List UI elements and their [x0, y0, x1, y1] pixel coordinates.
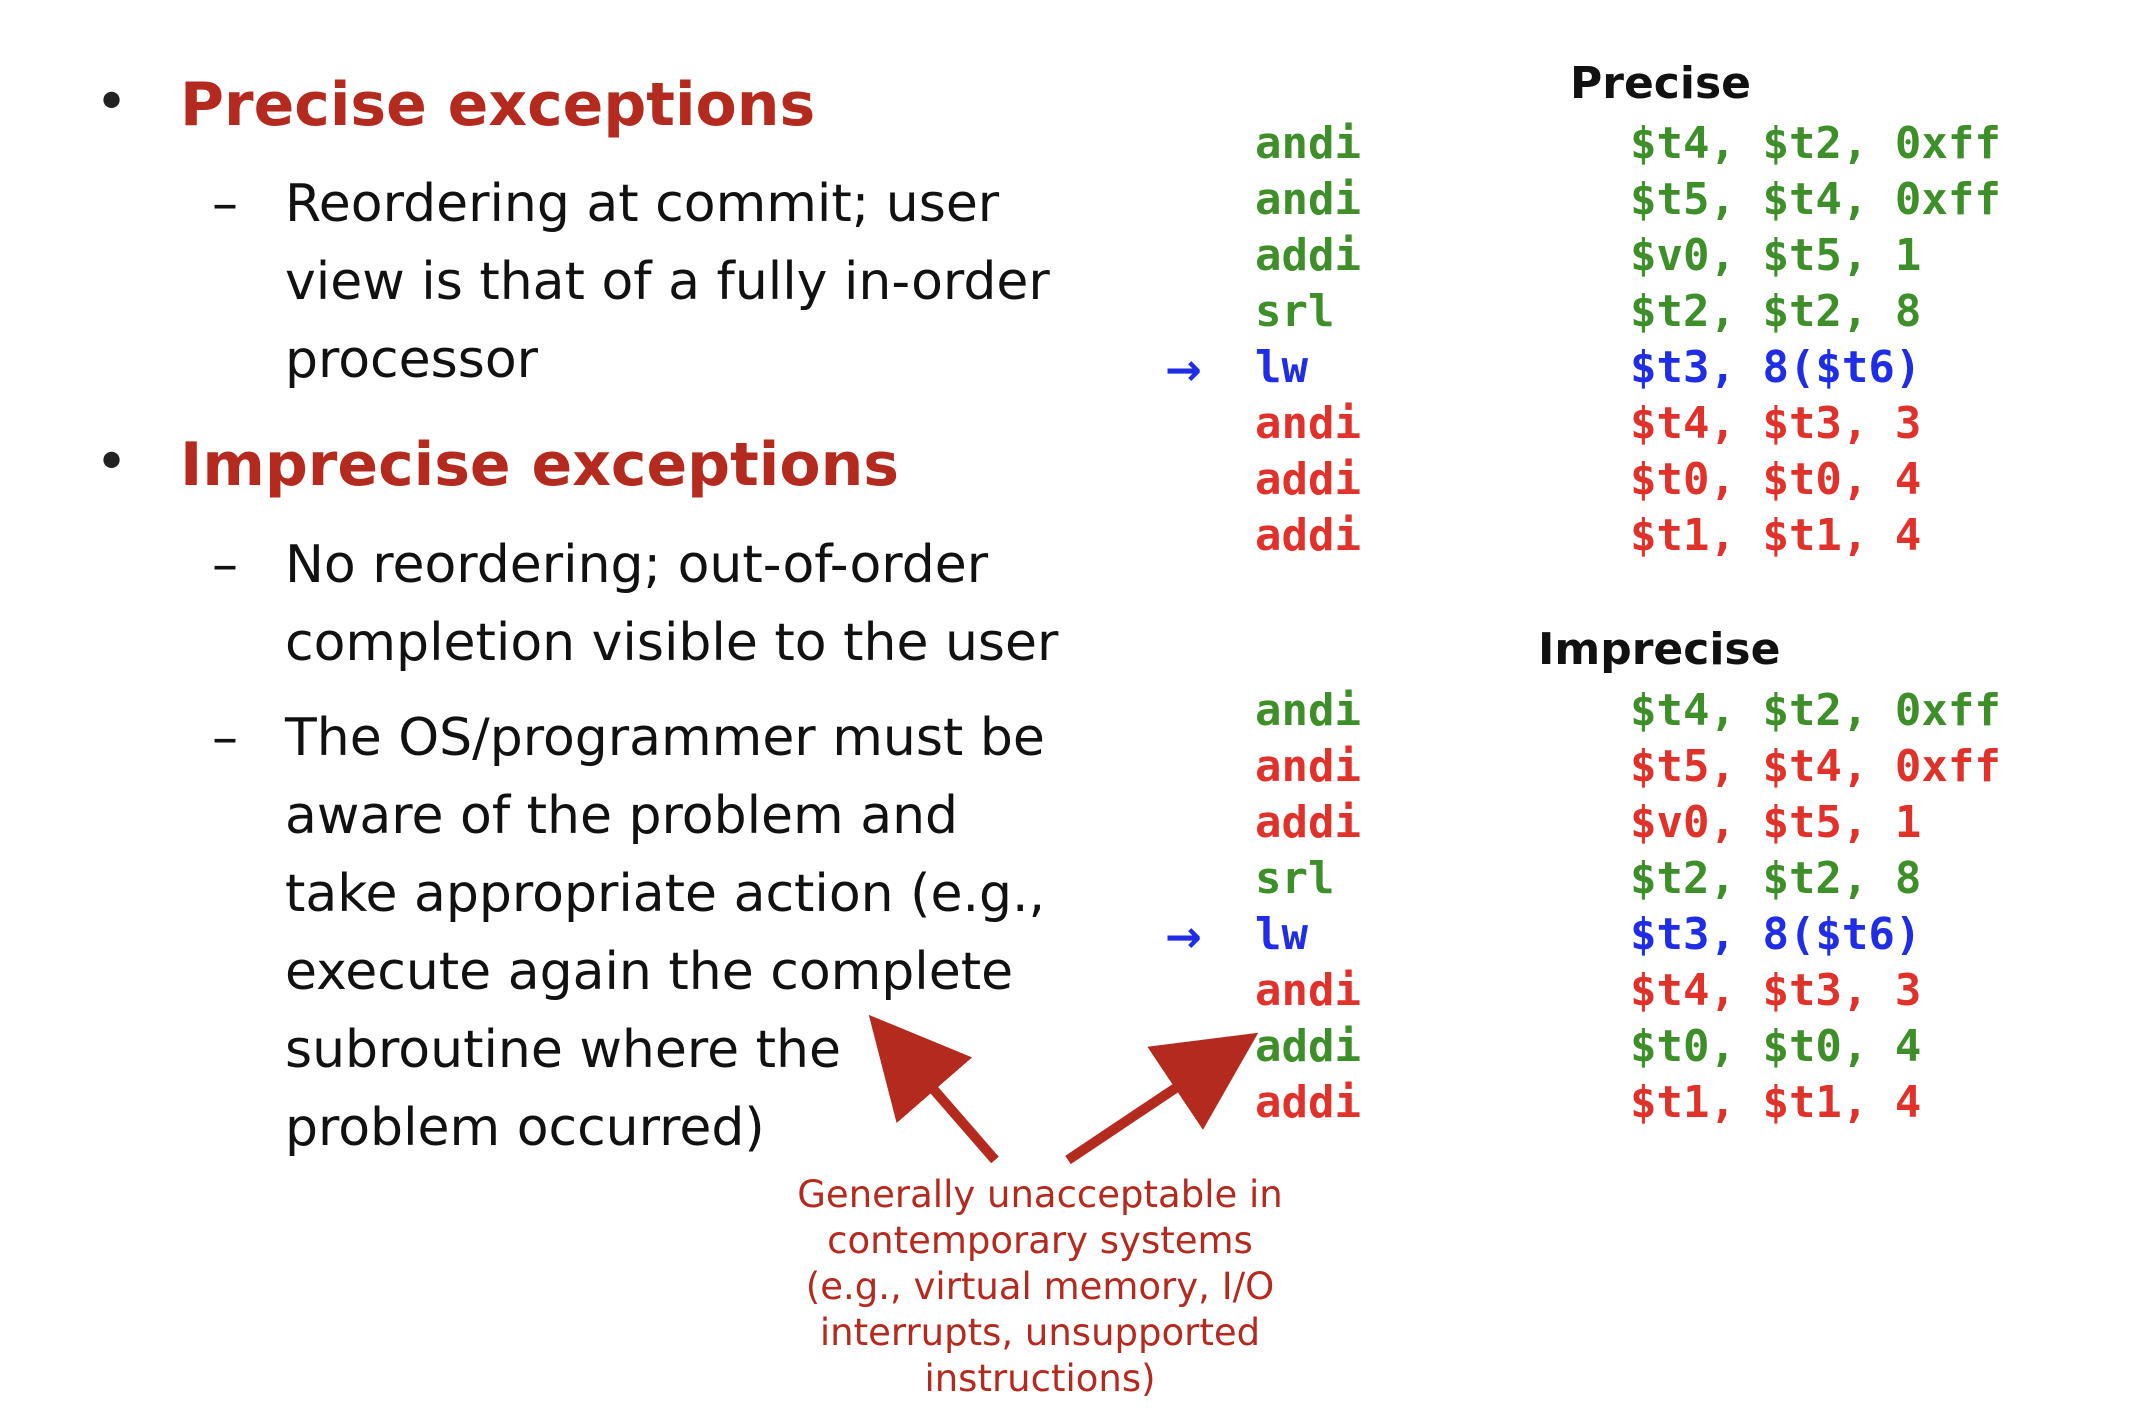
- note-line: contemporary systems: [827, 1219, 1253, 1262]
- note-line: (e.g., virtual memory, I/O: [805, 1265, 1275, 1308]
- annotation-note: Generally unacceptable in contemporary s…: [790, 1172, 1290, 1402]
- note-line: interrupts, unsupported: [819, 1311, 1261, 1354]
- note-line: Generally unacceptable in: [797, 1173, 1283, 1216]
- annotation-arrow-left: [868, 1014, 999, 1164]
- note-line: instructions): [924, 1357, 1156, 1400]
- annotation-arrow-right: [1065, 1032, 1259, 1165]
